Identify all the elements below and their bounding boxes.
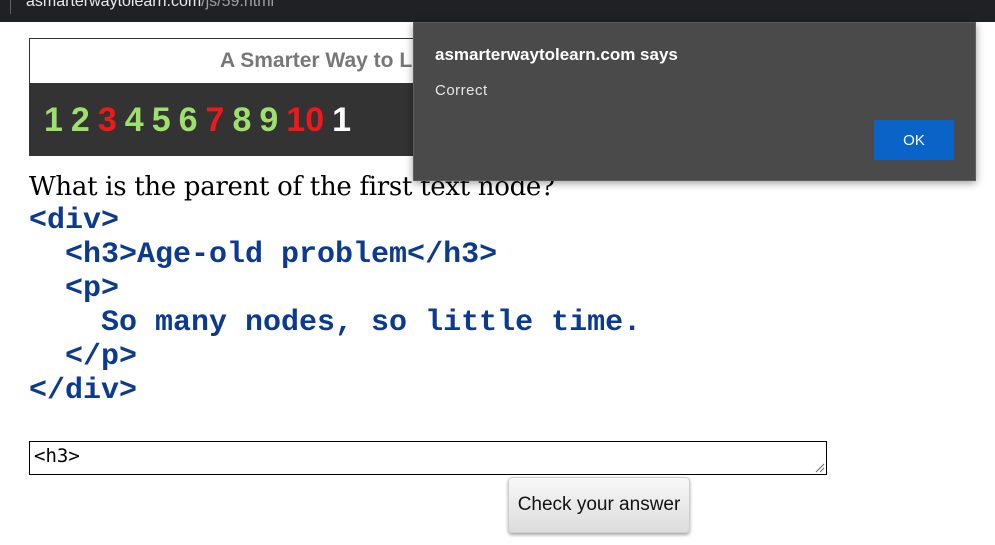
dialog-ok-button[interactable]: OK bbox=[874, 120, 954, 160]
banner-title: A Smarter Way to L bbox=[30, 39, 428, 83]
dialog-message: Correct bbox=[435, 82, 488, 99]
check-answer-button[interactable]: Check your answer bbox=[508, 477, 690, 533]
address-bar[interactable]: asmarterwaytolearn.com/js/59.html bbox=[0, 0, 995, 22]
banner-number: 7 bbox=[205, 101, 225, 139]
banner-number: 10 bbox=[286, 101, 325, 139]
banner-number: 5 bbox=[151, 101, 171, 139]
url-text[interactable]: asmarterwaytolearn.com/js/59.html bbox=[26, 0, 274, 10]
dialog-title: asmarterwaytolearn.com says bbox=[435, 45, 678, 64]
code-sample: <div> <h3>Age-old problem</h3> <p> So ma… bbox=[29, 204, 642, 408]
address-bar-divider bbox=[10, 0, 11, 14]
url-host: asmarterwaytolearn.com bbox=[26, 0, 202, 10]
site-banner: A Smarter Way to L 1 2 3 4 5 6 7 8 9 10 1 bbox=[29, 38, 429, 156]
banner-number: 1 bbox=[332, 101, 352, 139]
banner-number: 3 bbox=[97, 101, 117, 139]
answer-input[interactable]: <h3> bbox=[29, 441, 827, 475]
banner-number: 6 bbox=[178, 101, 198, 139]
url-path: /js/59.html bbox=[201, 0, 275, 10]
banner-numbers: 1 2 3 4 5 6 7 8 9 10 1 bbox=[30, 83, 428, 155]
page: asmarterwaytolearn.com/js/59.html A Smar… bbox=[0, 0, 995, 545]
alert-dialog: asmarterwaytolearn.com says Correct OK bbox=[413, 22, 976, 181]
banner-number: 1 bbox=[44, 101, 63, 139]
banner-number: 4 bbox=[124, 101, 144, 139]
banner-number: 8 bbox=[232, 101, 252, 139]
banner-number: 2 bbox=[70, 101, 90, 139]
banner-number: 9 bbox=[259, 101, 279, 139]
